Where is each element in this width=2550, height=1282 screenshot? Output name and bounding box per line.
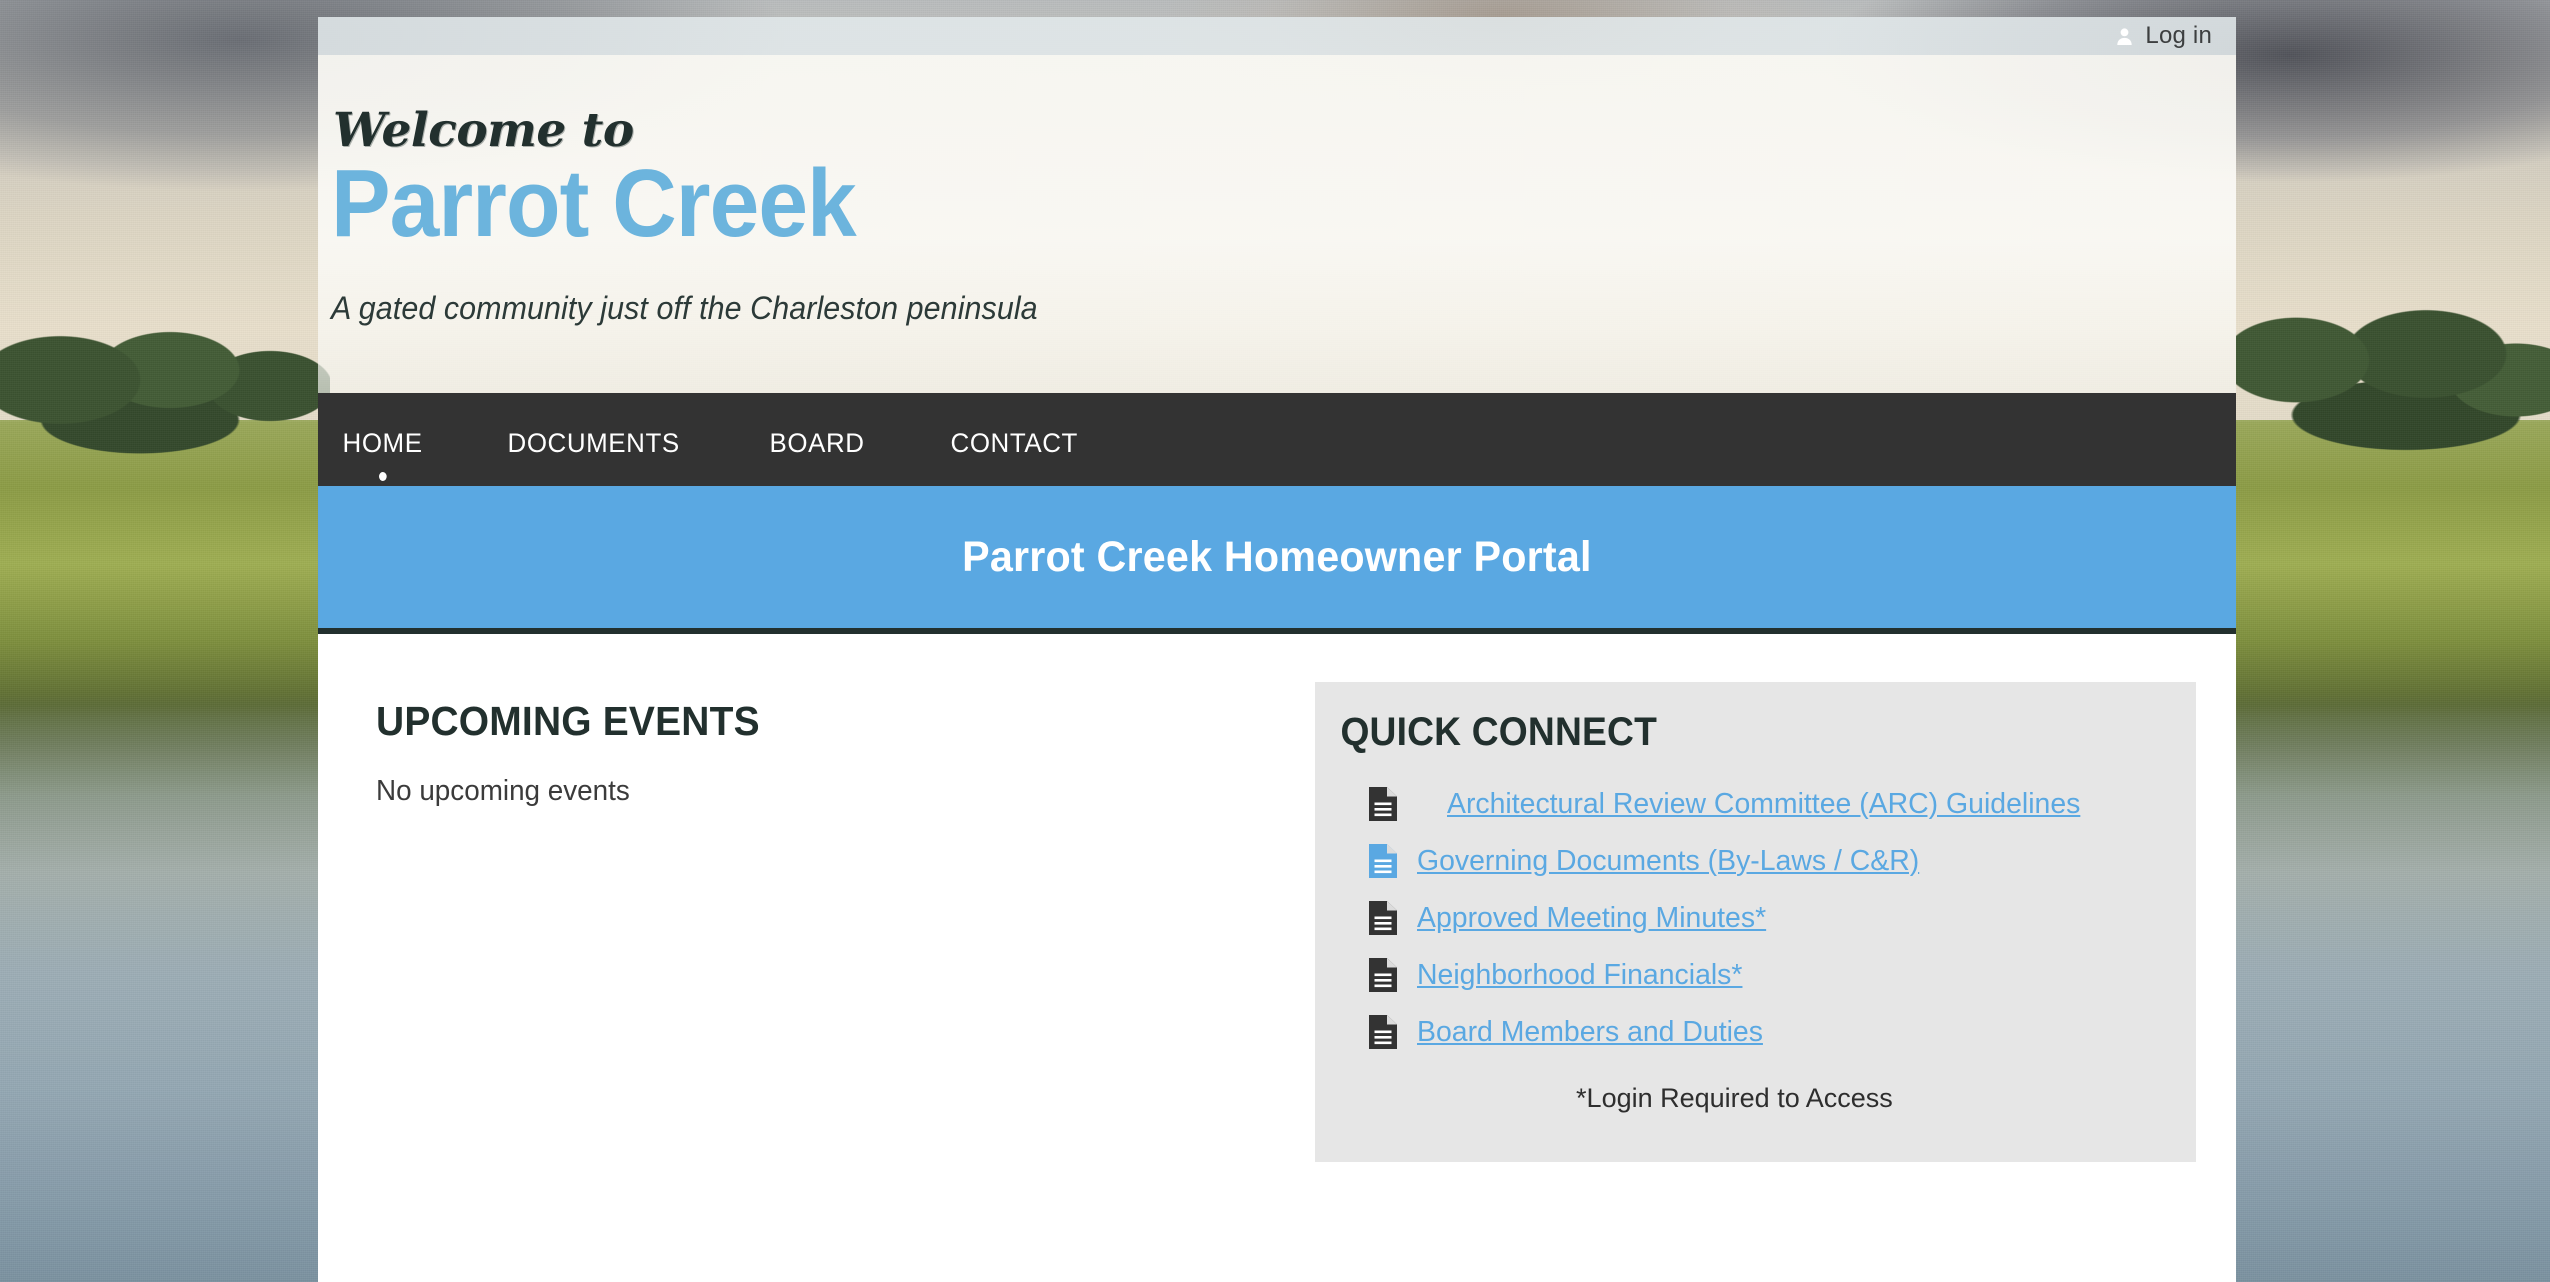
nav-item-label: BOARD bbox=[769, 428, 865, 458]
quick-link-label[interactable]: Board Members and Duties bbox=[1417, 1016, 1763, 1049]
top-utility-bar: Log in bbox=[318, 17, 2236, 55]
list-item[interactable]: Neighborhood Financials* bbox=[1368, 952, 2166, 998]
nav-item-home[interactable]: HOME bbox=[331, 428, 434, 481]
upcoming-events-empty-text: No upcoming events bbox=[376, 775, 630, 807]
quick-connect-link-list: Architectural Review Committee (ARC) Gui… bbox=[1333, 781, 2166, 1055]
nav-item-label: DOCUMENTS bbox=[507, 428, 681, 458]
main-content: UPCOMING EVENTS No upcoming events QUICK… bbox=[318, 634, 2236, 1282]
log-in-link[interactable]: Log in bbox=[2115, 22, 2212, 50]
person-icon bbox=[2115, 27, 2134, 46]
document-icon bbox=[1368, 958, 1397, 992]
site-title: Parrot Creek bbox=[331, 150, 857, 257]
nav-item-label: CONTACT bbox=[950, 428, 1078, 458]
quick-connect-heading: QUICK CONNECT bbox=[1340, 710, 1657, 754]
quick-connect-footnote: *Login Required to Access bbox=[1576, 1083, 1893, 1113]
nav-item-contact[interactable]: CONTACT bbox=[939, 428, 1089, 459]
site-tagline: A gated community just off the Charlesto… bbox=[331, 290, 1038, 327]
list-item[interactable]: Board Members and Duties bbox=[1368, 1009, 2166, 1055]
page-banner: Parrot Creek Homeowner Portal bbox=[318, 486, 2236, 634]
quick-connect-panel: QUICK CONNECT Architectural Review Commi… bbox=[1314, 682, 2196, 1162]
upcoming-events-heading: UPCOMING EVENTS bbox=[376, 698, 760, 744]
background-trees-right bbox=[2236, 290, 2550, 540]
quick-link-label[interactable]: Governing Documents (By-Laws / C&R) bbox=[1417, 845, 1919, 878]
document-icon bbox=[1368, 844, 1397, 878]
upcoming-events-section: UPCOMING EVENTS No upcoming events bbox=[356, 682, 1277, 1282]
quick-link-label[interactable]: Architectural Review Committee (ARC) Gui… bbox=[1447, 788, 2080, 821]
document-icon bbox=[1368, 901, 1397, 935]
nav-item-documents[interactable]: DOCUMENTS bbox=[496, 428, 691, 459]
background-trees-left bbox=[0, 300, 330, 540]
document-icon bbox=[1368, 787, 1397, 821]
quick-link-label[interactable]: Neighborhood Financials* bbox=[1417, 959, 1742, 992]
quick-connect-column: QUICK CONNECT Architectural Review Commi… bbox=[1314, 682, 2196, 1282]
log-in-label: Log in bbox=[2145, 22, 2212, 49]
active-page-dot-icon bbox=[378, 472, 387, 481]
list-item[interactable]: Architectural Review Committee (ARC) Gui… bbox=[1368, 781, 2166, 827]
nav-item-board[interactable]: BOARD bbox=[758, 428, 876, 459]
quick-link-label[interactable]: Approved Meeting Minutes* bbox=[1417, 902, 1766, 935]
masthead: Welcome to Parrot Creek A gated communit… bbox=[318, 55, 2236, 393]
nav-item-label: HOME bbox=[342, 428, 423, 458]
main-navigation: HOME DOCUMENTS BOARD CONTACT bbox=[318, 393, 2236, 486]
page-banner-title: Parrot Creek Homeowner Portal bbox=[962, 532, 1592, 581]
document-icon bbox=[1368, 1015, 1397, 1049]
list-item[interactable]: Governing Documents (By-Laws / C&R) bbox=[1368, 838, 2166, 884]
welcome-script-text: Welcome to bbox=[333, 103, 634, 158]
list-item[interactable]: Approved Meeting Minutes* bbox=[1368, 895, 2166, 941]
site-container: Log in Welcome to Parrot Creek A gated c… bbox=[318, 17, 2236, 1282]
